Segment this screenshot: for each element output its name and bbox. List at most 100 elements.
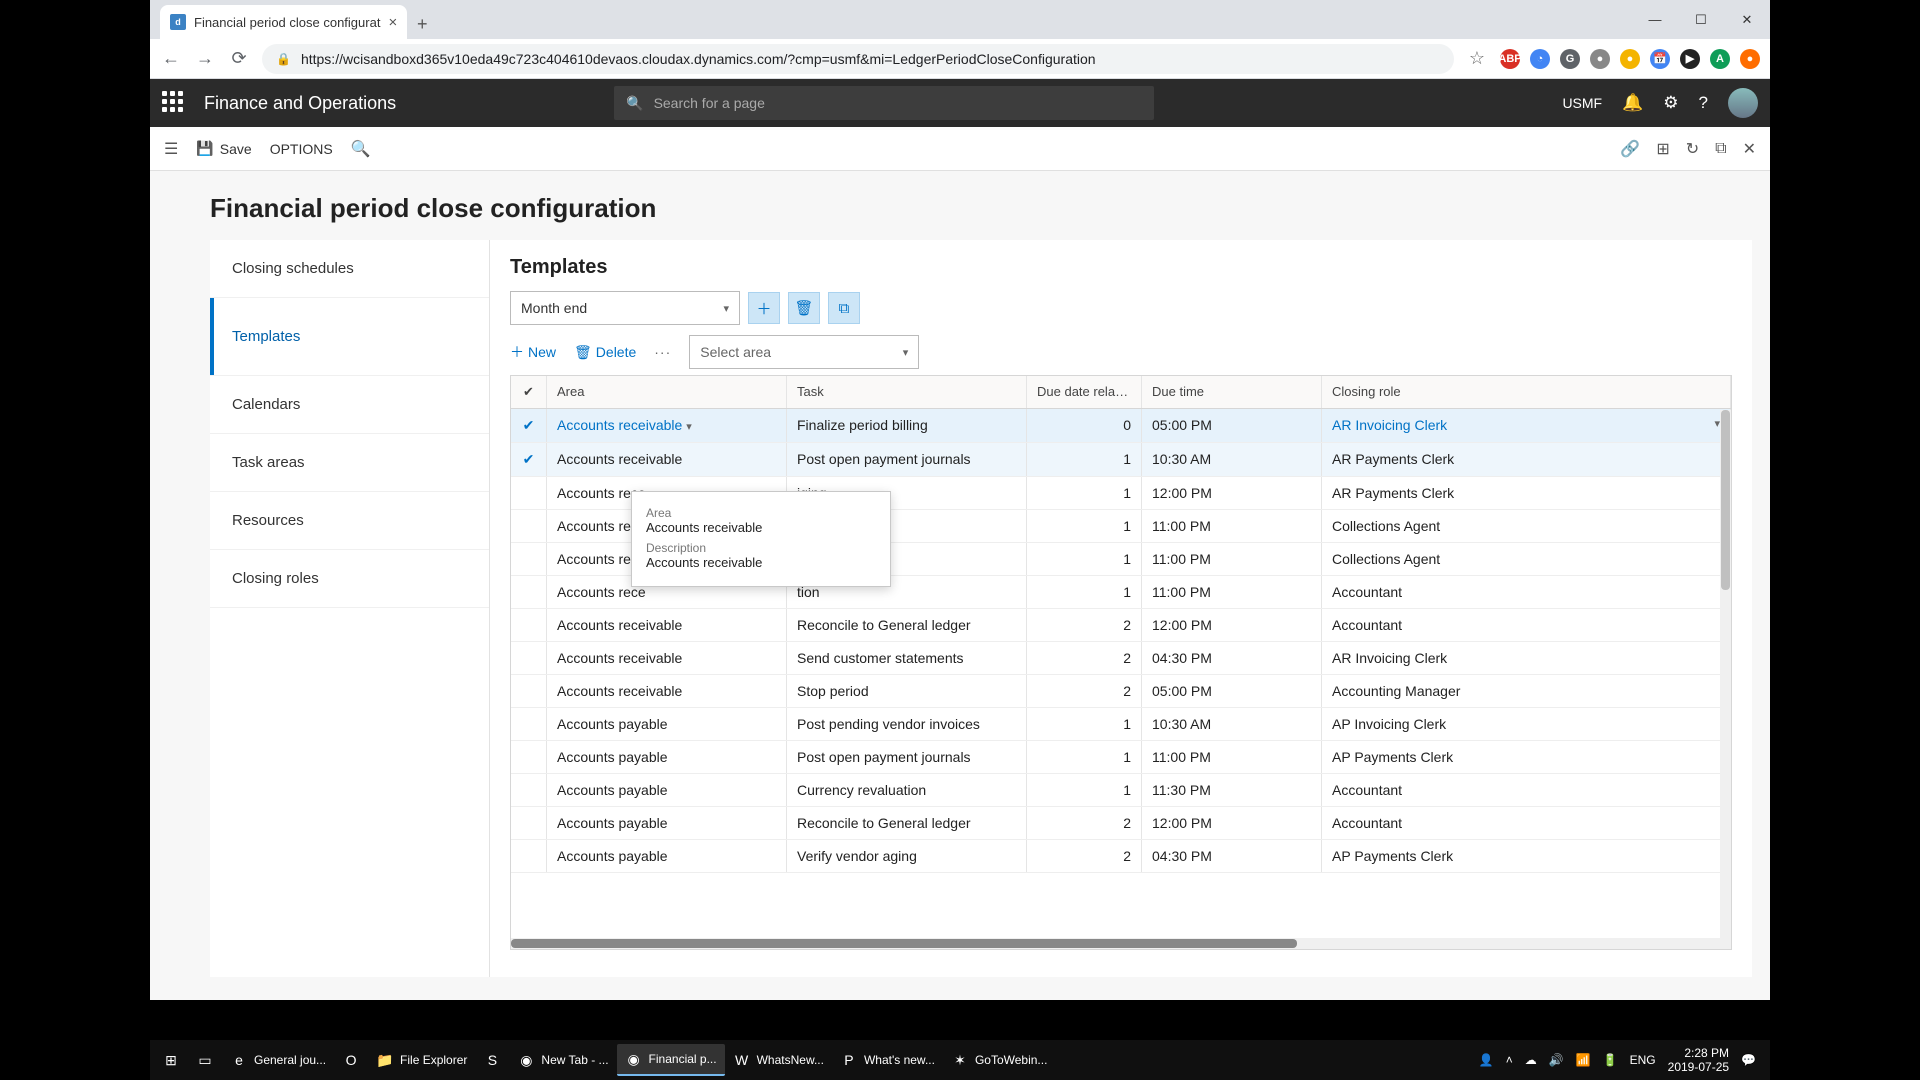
row-check[interactable] [511, 642, 547, 674]
horizontal-scrollbar[interactable] [511, 938, 1720, 949]
ext-avatar-icon[interactable]: A [1710, 49, 1730, 69]
row-check[interactable] [511, 576, 547, 608]
delete-template-button[interactable]: 🗑 [788, 292, 820, 324]
forward-icon[interactable]: → [194, 48, 216, 69]
cell-due[interactable]: 2 [1027, 807, 1142, 839]
col-due[interactable]: Due date relativ... [1027, 376, 1142, 408]
cell-role[interactable]: AP Payments Clerk [1322, 741, 1731, 773]
reload-icon[interactable]: ⟳ [228, 48, 250, 69]
vertical-scrollbar[interactable] [1720, 410, 1731, 949]
cell-due[interactable]: 1 [1027, 741, 1142, 773]
cell-time[interactable]: 05:00 PM [1142, 675, 1322, 707]
cell-area[interactable]: Accounts payable [547, 807, 787, 839]
cell-time[interactable]: 11:00 PM [1142, 543, 1322, 575]
cell-time[interactable]: 05:00 PM [1142, 409, 1322, 442]
bell-icon[interactable]: 🔔 [1622, 93, 1643, 113]
cell-due[interactable]: 2 [1027, 675, 1142, 707]
cell-role[interactable]: Collections Agent [1322, 543, 1731, 575]
waffle-icon[interactable] [162, 91, 186, 115]
sidenav-item[interactable]: Templates [210, 298, 489, 376]
cell-role[interactable]: AR Invoicing Clerk [1322, 642, 1731, 674]
close-window-icon[interactable]: ✕ [1724, 0, 1770, 39]
row-check[interactable] [511, 543, 547, 575]
tray-people-icon[interactable]: 👤 [1479, 1053, 1494, 1067]
taskbar-item[interactable]: eGeneral jou... [222, 1044, 334, 1076]
taskbar-item[interactable]: PWhat's new... [832, 1044, 943, 1076]
ext-icon[interactable]: ◔ [1530, 49, 1550, 69]
cell-due[interactable]: 2 [1027, 642, 1142, 674]
cell-area[interactable]: Accounts payable [547, 708, 787, 740]
cell-area[interactable]: Accounts receivable [547, 675, 787, 707]
col-role[interactable]: Closing role [1322, 376, 1731, 408]
taskbar-item[interactable]: ◉New Tab - ... [509, 1044, 616, 1076]
ext-icon[interactable]: ● [1740, 49, 1760, 69]
sidenav-item[interactable]: Calendars [210, 376, 489, 434]
tray-chevron-icon[interactable]: ˄ [1506, 1053, 1513, 1067]
cell-due[interactable]: 2 [1027, 840, 1142, 872]
options-button[interactable]: OPTIONS [270, 141, 333, 157]
url-bar[interactable]: 🔒 https://wcisandboxd365v10eda49c723c404… [262, 44, 1454, 74]
cell-task[interactable]: Currency revaluation [787, 774, 1027, 806]
close-icon[interactable]: ✕ [1743, 139, 1756, 159]
cell-time[interactable]: 04:30 PM [1142, 642, 1322, 674]
cell-due[interactable]: 0 [1027, 409, 1142, 442]
ext-icon[interactable]: ▶ [1680, 49, 1700, 69]
cell-task[interactable]: Post pending vendor invoices [787, 708, 1027, 740]
cell-time[interactable]: 12:00 PM [1142, 477, 1322, 509]
cell-time[interactable]: 10:30 AM [1142, 708, 1322, 740]
row-check[interactable] [511, 840, 547, 872]
sidenav-item[interactable]: Resources [210, 492, 489, 550]
cell-due[interactable]: 1 [1027, 543, 1142, 575]
cell-task[interactable]: Stop period [787, 675, 1027, 707]
help-icon[interactable]: ? [1699, 93, 1708, 113]
row-check[interactable] [511, 477, 547, 509]
row-check[interactable] [511, 708, 547, 740]
table-row[interactable]: ✔Accounts receivablePost open payment jo… [511, 443, 1731, 477]
maximize-icon[interactable]: ☐ [1678, 0, 1724, 39]
cell-time[interactable]: 04:30 PM [1142, 840, 1322, 872]
cell-role[interactable]: AR Payments Clerk [1322, 443, 1731, 476]
cell-role[interactable]: Accountant [1322, 807, 1731, 839]
star-icon[interactable]: ☆ [1466, 48, 1488, 69]
area-filter-select[interactable]: Select area ▾ [689, 335, 919, 369]
row-check[interactable] [511, 741, 547, 773]
table-row[interactable]: Accounts payableReconcile to General led… [511, 807, 1731, 840]
tray-battery-icon[interactable]: 🔋 [1603, 1053, 1618, 1067]
sidenav-item[interactable]: Task areas [210, 434, 489, 492]
ext-calendar-icon[interactable]: 📅 [1650, 49, 1670, 69]
row-check[interactable]: ✔ [511, 443, 547, 476]
hamburger-icon[interactable]: ☰ [164, 139, 178, 159]
search-icon[interactable]: 🔍 [351, 139, 371, 159]
cell-task[interactable]: Post open payment journals [787, 741, 1027, 773]
taskbar-item[interactable]: 📁File Explorer [368, 1044, 475, 1076]
cell-due[interactable]: 1 [1027, 576, 1142, 608]
new-tab-button[interactable]: + [407, 9, 437, 39]
cell-time[interactable]: 11:30 PM [1142, 774, 1322, 806]
cell-due[interactable]: 1 [1027, 708, 1142, 740]
cell-role[interactable]: AP Invoicing Clerk [1322, 708, 1731, 740]
back-icon[interactable]: ← [160, 48, 182, 69]
tray-volume-icon[interactable]: 🔊 [1549, 1053, 1564, 1067]
cell-area[interactable]: Accounts receivable [547, 609, 787, 641]
cell-time[interactable]: 11:00 PM [1142, 510, 1322, 542]
sidenav-item[interactable]: Closing schedules [210, 240, 489, 298]
ext-icon[interactable]: G [1560, 49, 1580, 69]
row-check[interactable] [511, 675, 547, 707]
cell-time[interactable]: 12:00 PM [1142, 609, 1322, 641]
tray-notifications-icon[interactable]: 💬 [1741, 1053, 1756, 1067]
new-button[interactable]: ＋ New [510, 342, 556, 362]
cell-role[interactable]: AR Payments Clerk [1322, 477, 1731, 509]
cell-role[interactable]: Accountant [1322, 609, 1731, 641]
taskbar-item[interactable]: S [475, 1044, 509, 1076]
cell-task[interactable]: Verify vendor aging [787, 840, 1027, 872]
table-row[interactable]: Accounts receivableStop period205:00 PMA… [511, 675, 1731, 708]
table-row[interactable]: Accounts payablePost pending vendor invo… [511, 708, 1731, 741]
avatar[interactable] [1728, 88, 1758, 118]
table-row[interactable]: Accounts receivableReconcile to General … [511, 609, 1731, 642]
cell-due[interactable]: 2 [1027, 609, 1142, 641]
tray-network-icon[interactable]: 📶 [1576, 1053, 1591, 1067]
cell-area[interactable]: Accounts payable [547, 840, 787, 872]
row-check[interactable] [511, 807, 547, 839]
ext-abp-icon[interactable]: ABP [1500, 49, 1520, 69]
taskbar-item[interactable]: O [334, 1044, 368, 1076]
